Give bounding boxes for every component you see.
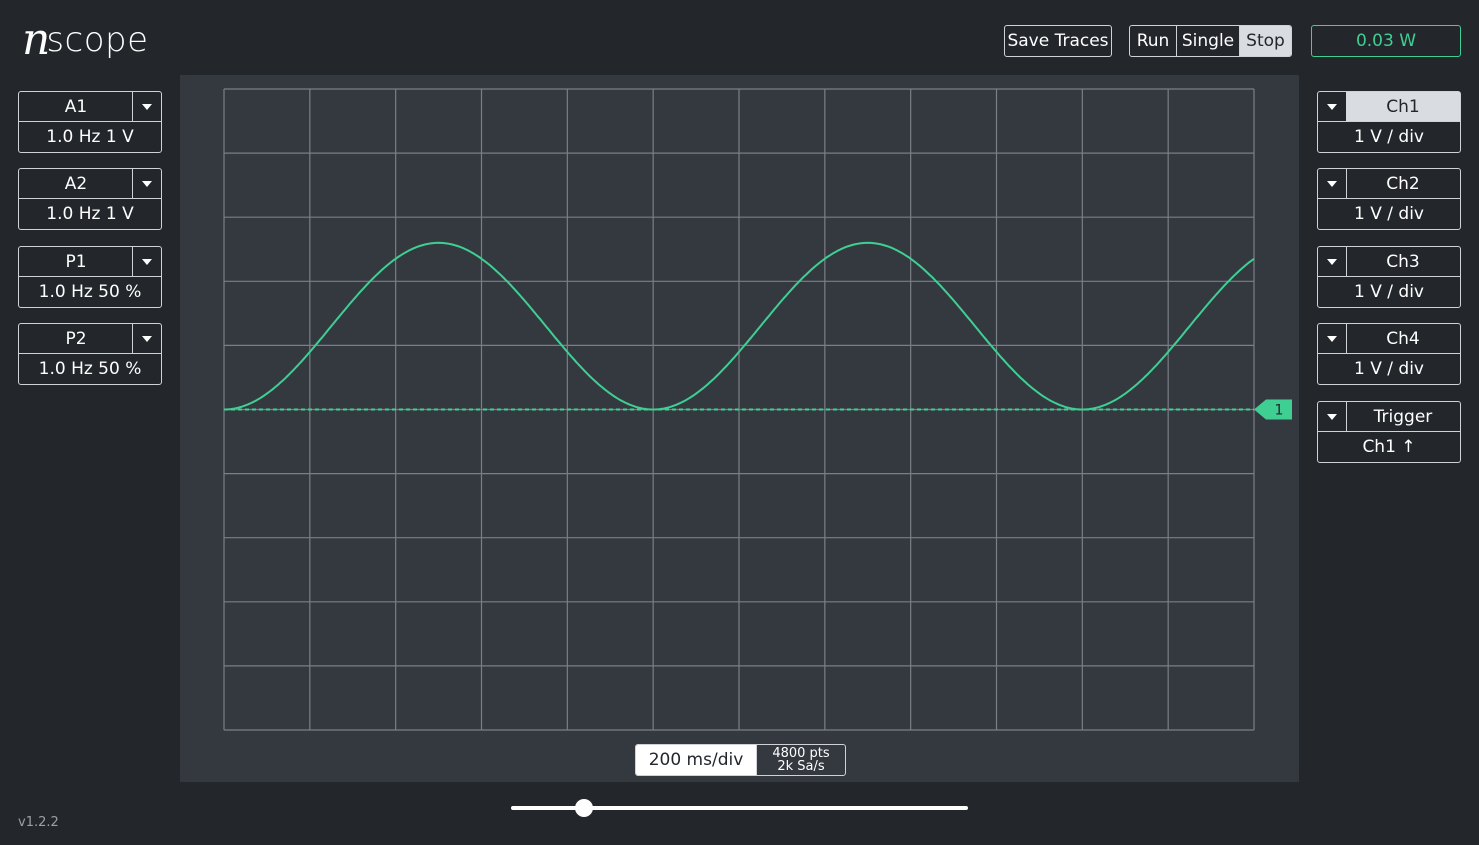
scope-display[interactable]: 1 [0, 0, 1479, 845]
timeline-slider-handle[interactable] [575, 799, 594, 817]
trigger-marker-label: 1 [1275, 403, 1284, 419]
timebase-control: 200 ms/div 4800 pts 2k Sa/s [635, 744, 846, 776]
version-label: v1.2.2 [18, 815, 59, 830]
trigger-marker[interactable]: 1 [1254, 399, 1292, 420]
timebase-setting[interactable]: 200 ms/div [636, 745, 756, 775]
sample-rate: 2k Sa/s [777, 759, 825, 774]
sample-info[interactable]: 4800 pts 2k Sa/s [756, 745, 845, 775]
